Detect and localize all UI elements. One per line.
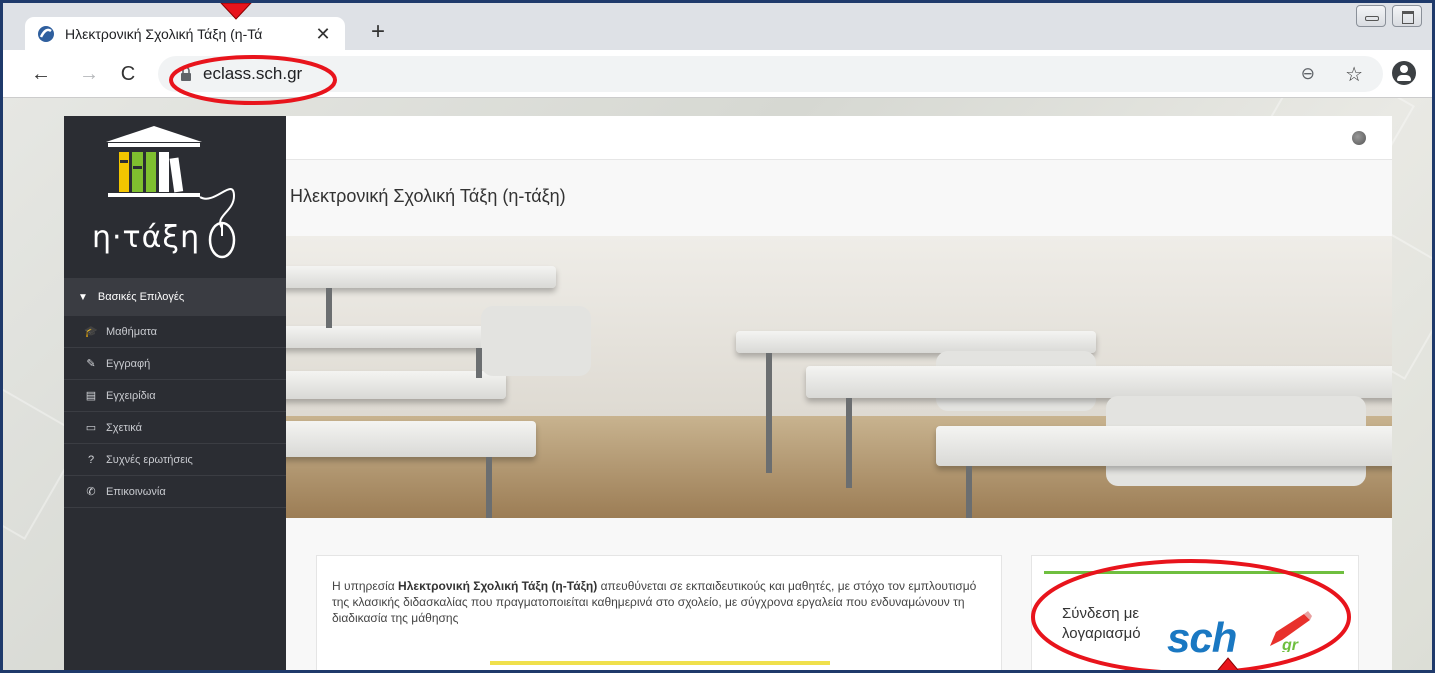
service-description: Η υπηρεσία Ηλεκτρονική Σχολική Τάξη (η-Τ… [332, 578, 992, 626]
card-icon: ▭ [85, 422, 97, 434]
hero-desk-leg [326, 288, 332, 328]
main-options-header[interactable]: ▼ Βασικές Επιλογές [64, 278, 286, 316]
close-icon[interactable]: ✕ [313, 24, 333, 44]
main-content: Ηλεκτρονική Σχολική Τάξη (η-τάξη) Η υπηρ… [286, 116, 1392, 670]
browser-toolbar: ← → C eclass.sch.gr ⊖ ☆ [3, 50, 1432, 98]
hero-desk [806, 366, 1392, 398]
sidebar-item-courses[interactable]: 🎓 Μαθήματα [64, 316, 286, 348]
url-text[interactable]: eclass.sch.gr [203, 64, 302, 84]
reload-button[interactable]: C [116, 62, 140, 86]
yellow-divider [490, 661, 830, 665]
new-tab-button[interactable]: + [365, 19, 391, 45]
edit-icon: ✎ [86, 358, 96, 370]
login-line2: λογαριασμό [1062, 625, 1141, 642]
sidebar-item-label: Συχνές ερωτήσεις [106, 453, 193, 466]
question-icon: ? [87, 453, 95, 466]
hero-desk [736, 331, 1096, 353]
eclass-favicon-icon [37, 25, 55, 43]
tab-title: Ηλεκτρονική Σχολική Τάξη (η-Τά [65, 25, 263, 42]
login-label[interactable]: Σύνδεση με λογαριασμό [1062, 604, 1141, 644]
minimize-button[interactable] [1356, 5, 1386, 27]
description-text: Η υπηρεσία [332, 579, 399, 593]
sidebar-item-label: Επικοινωνία [106, 485, 166, 498]
sidebar-item-label: Εγχειρίδια [106, 389, 156, 402]
hero-desk [286, 421, 536, 457]
hero-desk-leg [766, 353, 772, 473]
service-name: Ηλεκτρονική Σχολική Τάξη (η-Τάξη) [398, 579, 598, 593]
login-line1: Σύνδεση με [1062, 605, 1140, 622]
hero-desk [286, 371, 506, 399]
sidebar-item-label: Σχετικά [106, 421, 142, 434]
sidebar-item-register[interactable]: ✎ Εγγραφή [64, 348, 286, 380]
hero-desk [936, 426, 1392, 466]
page-viewport: η·τάξη ▼ Βασικές Επιλογές 🎓 Μαθήματα ✎ Ε… [3, 98, 1432, 670]
sidebar-item-manuals[interactable]: ▤ Εγχειρίδια [64, 380, 286, 412]
top-bar [286, 116, 1392, 160]
hero-desk [286, 326, 496, 348]
green-divider [1044, 571, 1344, 574]
hero-desk-leg [846, 398, 852, 488]
profile-icon[interactable] [1392, 61, 1416, 85]
sidebar-item-about[interactable]: ▭ Σχετικά [64, 412, 286, 444]
browser-tab[interactable]: Ηλεκτρονική Σχολική Τάξη (η-Τά ✕ [25, 17, 345, 50]
sidebar-item-label: Μαθήματα [106, 325, 158, 338]
bookmark-star-icon[interactable]: ☆ [1345, 62, 1363, 87]
hero-desk [286, 266, 556, 288]
section-label: Βασικές Επιλογές [97, 291, 185, 303]
tab-strip: Ηλεκτρονική Σχολική Τάξη (η-Τά ✕ + [3, 3, 1432, 50]
forward-button[interactable]: → [77, 62, 101, 86]
back-button[interactable]: ← [29, 62, 53, 86]
maximize-button[interactable] [1392, 5, 1422, 27]
chevron-down-icon: ▼ [78, 291, 88, 303]
hero-desk-leg [966, 466, 972, 518]
address-bar[interactable]: eclass.sch.gr ⊖ ☆ [158, 56, 1383, 92]
sidebar: η·τάξη ▼ Βασικές Επιλογές 🎓 Μαθήματα ✎ Ε… [64, 116, 286, 670]
document-icon: ▤ [85, 390, 97, 402]
phone-icon: ✆ [86, 486, 96, 498]
sidebar-item-label: Εγγραφή [106, 357, 151, 370]
hero-desk-leg [486, 457, 492, 518]
sch-gr-pen-icon: gr [1270, 611, 1312, 652]
sidebar-item-faq[interactable]: ? Συχνές ερωτήσεις [64, 444, 286, 476]
sidebar-item-contact[interactable]: ✆ Επικοινωνία [64, 476, 286, 508]
lock-icon [180, 66, 192, 82]
sidebar-menu: 🎓 Μαθήματα ✎ Εγγραφή ▤ Εγχειρίδια ▭ Σχετ… [64, 316, 286, 508]
logo-text: η·τάξη [92, 220, 201, 255]
site-logo[interactable]: η·τάξη [64, 116, 286, 278]
sch-logo[interactable]: sch [1167, 614, 1237, 662]
sch-login-card[interactable]: Σύνδεση με λογαριασμό sch gr [1031, 555, 1359, 670]
screenshot-frame: Ηλεκτρονική Σχολική Τάξη (η-Τά ✕ + ← → C… [0, 0, 1435, 673]
zoom-out-icon[interactable]: ⊖ [1301, 64, 1315, 84]
description-card: Η υπηρεσία Ηλεκτρονική Σχολική Τάξη (η-Τ… [316, 555, 1002, 670]
page-title: Ηλεκτρονική Σχολική Τάξη (η-τάξη) [290, 186, 566, 206]
hero-desk-leg [476, 348, 482, 378]
globe-icon[interactable] [1352, 131, 1366, 145]
svg-text:gr: gr [1281, 637, 1299, 652]
hero-chair [481, 306, 591, 376]
graduation-cap-icon: 🎓 [84, 326, 98, 338]
window-controls [1356, 5, 1422, 27]
hero-image [286, 236, 1392, 518]
